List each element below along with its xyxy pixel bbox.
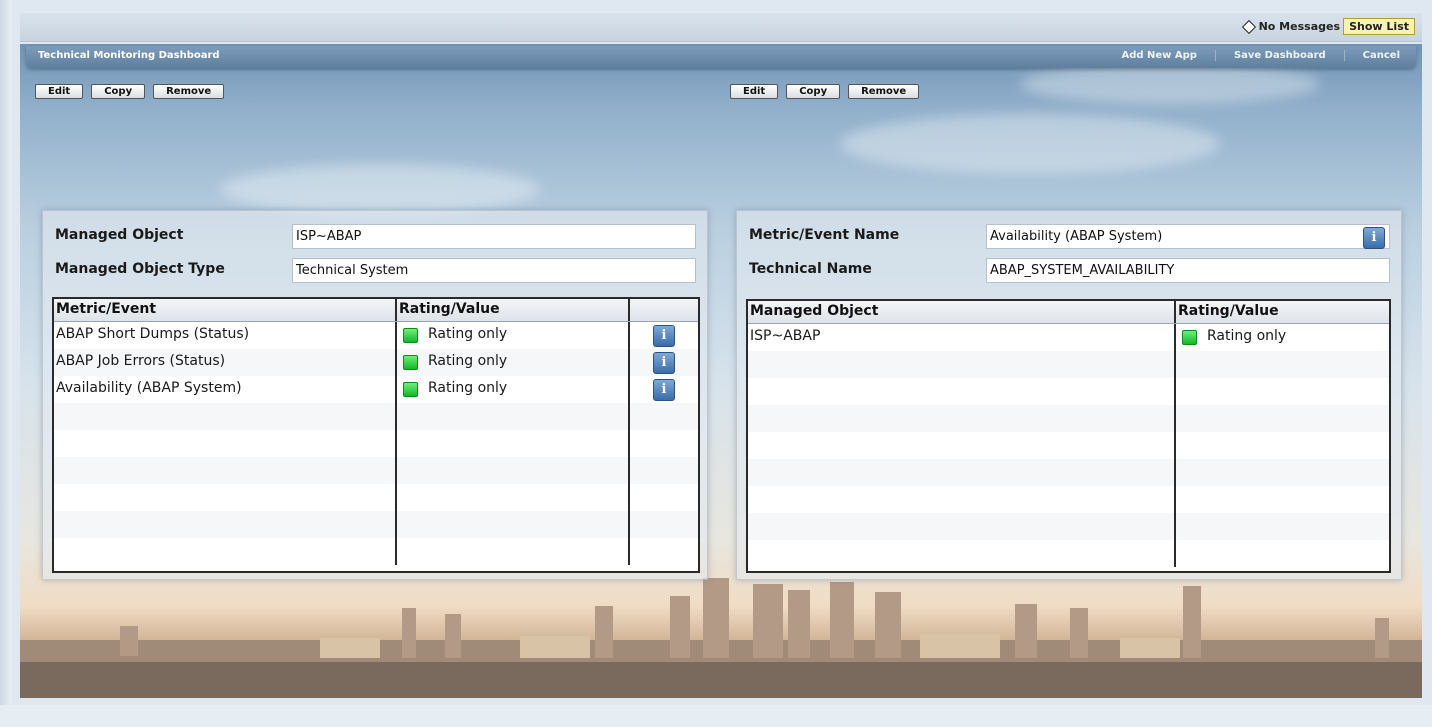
empty-row — [748, 513, 1389, 540]
empty-row — [748, 459, 1389, 486]
metric-detail-panel: Metric/Event Name Availability (ABAP Sys… — [736, 210, 1402, 580]
column-header-info — [630, 299, 698, 321]
metric-cell: ABAP Short Dumps (Status) — [54, 322, 397, 349]
dashboard-title-bar: Technical Monitoring Dashboard Add New A… — [26, 46, 1416, 68]
right-edit-button[interactable]: Edit — [730, 84, 779, 99]
info-cell: i — [630, 349, 698, 376]
column-header-rating[interactable]: Rating/Value — [1176, 301, 1389, 323]
table-row[interactable]: ABAP Short Dumps (Status) Rating only i — [54, 322, 698, 349]
managed-object-panel: Managed Object ISP~ABAP Managed Object T… — [42, 210, 708, 580]
empty-row — [54, 430, 698, 457]
managed-object-cell: ISP~ABAP — [748, 324, 1176, 351]
add-new-app-link[interactable]: Add New App — [1103, 50, 1214, 61]
green-status-icon — [1182, 330, 1197, 345]
metric-event-name-label: Metric/Event Name — [749, 227, 900, 243]
empty-row — [748, 405, 1389, 432]
show-list-button[interactable]: Show List — [1343, 18, 1415, 35]
rating-text: Rating only — [428, 326, 508, 342]
window-frame — [0, 0, 12, 727]
save-dashboard-link[interactable]: Save Dashboard — [1214, 50, 1344, 61]
table-row[interactable]: ABAP Job Errors (Status) Rating only i — [54, 349, 698, 376]
metric-event-name-field[interactable]: Availability (ABAP System) — [986, 224, 1390, 249]
metric-table: Metric/Event Rating/Value ABAP Short Dum… — [52, 297, 700, 573]
left-toolbar: Edit Copy Remove — [35, 84, 225, 99]
message-text: No Messages — [1258, 20, 1340, 33]
left-copy-button[interactable]: Copy — [91, 84, 146, 99]
rating-cell: Rating only — [397, 322, 630, 349]
managed-object-field[interactable]: ISP~ABAP — [292, 224, 696, 249]
green-status-icon — [403, 328, 418, 343]
technical-name-label: Technical Name — [749, 261, 872, 277]
right-copy-button[interactable]: Copy — [786, 84, 841, 99]
rating-cell: Rating only — [397, 376, 630, 403]
city-skyline-illustration — [20, 578, 1422, 698]
empty-row — [748, 351, 1389, 378]
table-header: Metric/Event Rating/Value — [54, 299, 698, 322]
empty-row — [748, 378, 1389, 405]
column-header-rating[interactable]: Rating/Value — [397, 299, 630, 321]
left-edit-button[interactable]: Edit — [35, 84, 84, 99]
metric-cell: ABAP Job Errors (Status) — [54, 349, 397, 376]
technical-name-field[interactable]: ABAP_SYSTEM_AVAILABILITY — [986, 258, 1390, 283]
info-icon[interactable]: i — [653, 325, 675, 347]
column-header-managed-object[interactable]: Managed Object — [748, 301, 1176, 323]
empty-row — [748, 432, 1389, 459]
info-cell: i — [630, 322, 698, 349]
column-header-metric[interactable]: Metric/Event — [54, 299, 397, 321]
info-icon[interactable]: i — [653, 352, 675, 374]
rating-cell: Rating only — [397, 349, 630, 376]
managed-object-table: Managed Object Rating/Value ISP~ABAP Rat… — [746, 299, 1391, 573]
empty-row — [54, 484, 698, 511]
dashboard-title: Technical Monitoring Dashboard — [38, 50, 220, 61]
green-status-icon — [403, 382, 418, 397]
empty-row — [748, 486, 1389, 513]
diamond-icon — [1241, 19, 1256, 34]
green-status-icon — [403, 355, 418, 370]
rating-text: Rating only — [428, 353, 508, 369]
rating-cell: Rating only — [1176, 324, 1389, 351]
managed-object-label: Managed Object — [55, 227, 184, 243]
left-remove-button[interactable]: Remove — [153, 84, 225, 99]
empty-row — [748, 540, 1389, 567]
managed-object-type-field[interactable]: Technical System — [292, 258, 696, 283]
message-status: No Messages — [1241, 19, 1340, 34]
table-header: Managed Object Rating/Value — [748, 301, 1389, 324]
empty-row — [54, 538, 698, 565]
rating-text: Rating only — [428, 380, 508, 396]
managed-object-type-label: Managed Object Type — [55, 261, 225, 277]
info-icon[interactable]: i — [1363, 227, 1385, 249]
info-cell: i — [630, 376, 698, 403]
metric-cell: Availability (ABAP System) — [54, 376, 397, 403]
message-bar: No Messages Show List — [20, 13, 1422, 42]
right-toolbar: Edit Copy Remove — [730, 84, 920, 99]
table-row[interactable]: ISP~ABAP Rating only — [748, 324, 1389, 351]
table-row[interactable]: Availability (ABAP System) Rating only i — [54, 376, 698, 403]
empty-row — [54, 403, 698, 430]
info-icon[interactable]: i — [653, 379, 675, 401]
rating-text: Rating only — [1207, 328, 1287, 344]
empty-row — [54, 511, 698, 538]
cancel-link[interactable]: Cancel — [1343, 50, 1400, 61]
right-remove-button[interactable]: Remove — [848, 84, 920, 99]
window-bottom-frame — [0, 705, 1432, 727]
empty-row — [54, 457, 698, 484]
